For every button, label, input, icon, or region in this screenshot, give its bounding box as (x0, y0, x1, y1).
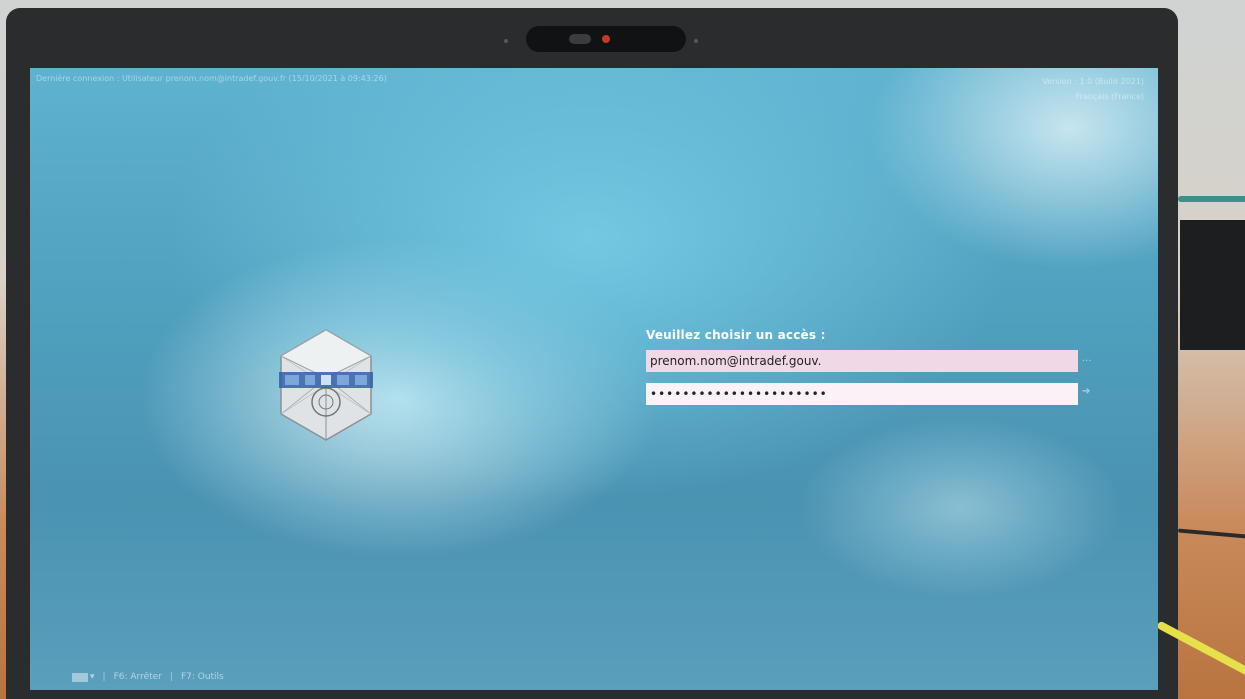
keyboard-icon (72, 672, 88, 682)
keyboard-layout-button[interactable]: ▾ (72, 672, 95, 682)
sensor-dot (504, 39, 508, 43)
separator: | (102, 672, 106, 682)
system-info: Version : 1.0 (Build 2021) Français (Fra… (1042, 74, 1144, 104)
separator: | (169, 672, 173, 682)
background-device (1180, 220, 1245, 350)
camera-led (602, 35, 610, 43)
last-connection-text: Dernière connexion : Utilisateur prenom.… (36, 74, 387, 83)
organization-logo-icon (279, 329, 373, 441)
submit-arrow-button[interactable]: ➔ (1082, 386, 1090, 397)
f6-shutdown-button[interactable]: F6: Arrêter (114, 672, 162, 682)
background-cable (1178, 196, 1245, 202)
camera-lens (569, 34, 591, 44)
language-text: Français (France) (1075, 92, 1144, 101)
sensor-dot (694, 39, 698, 43)
f7-tools-button[interactable]: F7: Outils (181, 672, 224, 682)
version-text: Version : 1.0 (Build 2021) (1042, 77, 1144, 86)
background-cable (1177, 528, 1245, 540)
username-input[interactable] (646, 350, 1078, 372)
webcam-bar (526, 26, 686, 52)
password-field[interactable]: •••••••••••••••••••••• (646, 383, 1078, 405)
bottom-toolbar: ▾ | F6: Arrêter | F7: Outils (72, 672, 224, 682)
login-screen: Dernière connexion : Utilisateur prenom.… (30, 68, 1158, 690)
access-prompt: Veuillez choisir un accès : (646, 328, 826, 342)
more-options-button[interactable]: ... (1082, 353, 1092, 364)
keyboard-caret-icon: ▾ (90, 672, 95, 682)
